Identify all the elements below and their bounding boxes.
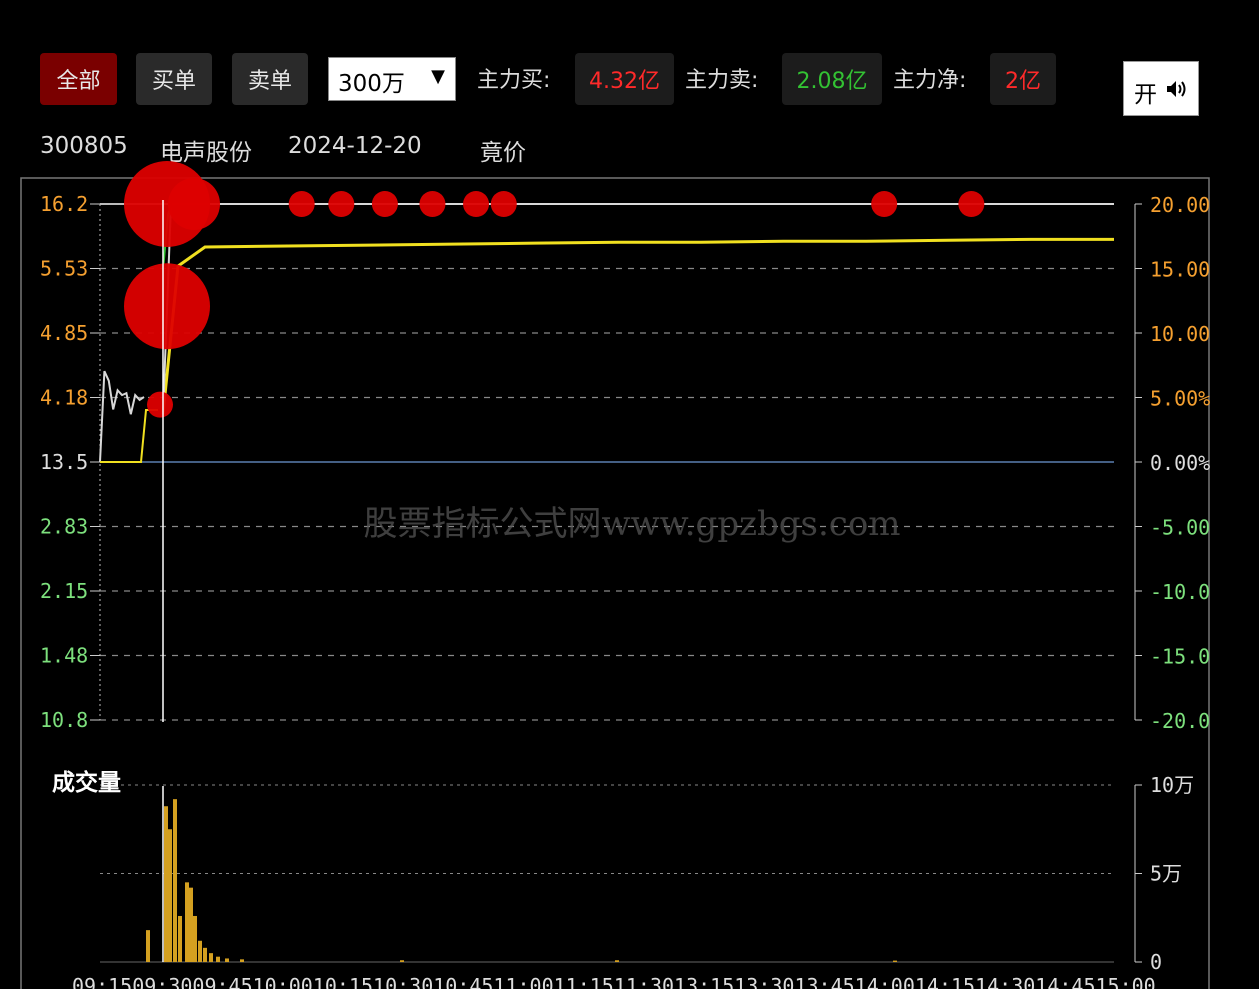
auction-avg-line	[100, 409, 158, 463]
pct-tick-label: -5.00	[1150, 516, 1210, 540]
volume-bar	[173, 799, 177, 962]
big-buy-order-marker	[371, 191, 398, 217]
volume-bar	[893, 960, 897, 962]
volume-bar	[164, 806, 168, 962]
volume-bar	[225, 958, 229, 962]
big-buy-order-marker	[490, 191, 517, 217]
time-axis: 09:1509:3009:4510:0010:1510:3010:4511:00…	[72, 974, 1156, 989]
volume-bar	[168, 829, 172, 962]
volume-bar	[178, 915, 182, 962]
big-buy-order-marker	[124, 263, 210, 350]
volume-label: 成交量	[52, 769, 121, 796]
volume-bar	[615, 960, 619, 962]
price-tick-label: 4.85	[40, 321, 88, 345]
price-line	[162, 203, 1114, 415]
auction-price-line	[99, 370, 145, 463]
volume-bar	[146, 930, 150, 962]
price-tick-label: 16.2	[40, 192, 88, 216]
volume-bar	[189, 887, 193, 962]
big-buy-order-marker	[288, 191, 315, 217]
big-buy-order-marker	[463, 191, 490, 217]
pct-tick-label: -10.0	[1150, 580, 1210, 604]
pct-tick-label: -15.0	[1150, 645, 1210, 669]
big-buy-order-marker	[419, 191, 446, 217]
price-tick-label: 2.83	[40, 515, 88, 539]
big-order-markers	[124, 161, 985, 418]
price-axis-left: 16.2 5.53 4.85 4.18 13.5 2.83 2.15 1.48 10.8	[40, 192, 100, 732]
volume-bar	[216, 956, 220, 962]
volume-axis: 10万 5万 0	[1134, 773, 1194, 974]
volume-bars	[100, 784, 1114, 963]
volume-bar	[193, 915, 197, 962]
volume-bar	[240, 959, 244, 962]
price-lines	[99, 194, 1114, 463]
price-tick-label: 5.53	[40, 257, 88, 281]
pct-tick-label: -20.0	[1150, 709, 1210, 733]
price-tick-label: 10.8	[40, 708, 88, 732]
volume-bar	[185, 882, 189, 962]
volume-bar	[198, 940, 202, 962]
intraday-chart: 16.2 5.53 4.85 4.18 13.5 2.83 2.15 1.48 10.8 20.…	[20, 161, 1210, 989]
volume-tick-label: 0	[1150, 950, 1162, 974]
price-tick-label: 4.18	[40, 386, 88, 410]
pct-tick-label: 0.00%	[1150, 451, 1210, 475]
avg-price-line	[161, 237, 1114, 415]
volume-tick-label: 5万	[1150, 862, 1182, 886]
big-buy-order-marker	[958, 191, 985, 217]
volume-bar	[400, 960, 404, 962]
big-buy-order-marker	[871, 191, 898, 217]
volume-tick-label: 10万	[1150, 773, 1194, 797]
big-buy-order-marker	[147, 391, 173, 418]
volume-bar	[203, 947, 207, 962]
big-buy-order-marker	[168, 178, 220, 230]
pct-tick-label: 15.00	[1150, 258, 1210, 282]
pct-tick-label: 5.00%	[1150, 387, 1210, 411]
price-tick-label: 2.15	[40, 579, 88, 603]
pct-axis-right: 20.00 15.00 10.00 5.00% 0.00% -5.00 -10.0 -15.0…	[1134, 193, 1210, 733]
volume-bar	[209, 953, 213, 962]
pct-tick-label: 20.00	[1150, 193, 1210, 217]
pct-tick-label: 10.00	[1150, 322, 1210, 346]
price-tick-label: 1.48	[40, 644, 88, 668]
watermark: 股票指标公式网www.gpzbgs.com	[363, 504, 900, 544]
big-buy-order-marker	[328, 191, 355, 217]
price-tick-label: 13.5	[40, 450, 88, 474]
